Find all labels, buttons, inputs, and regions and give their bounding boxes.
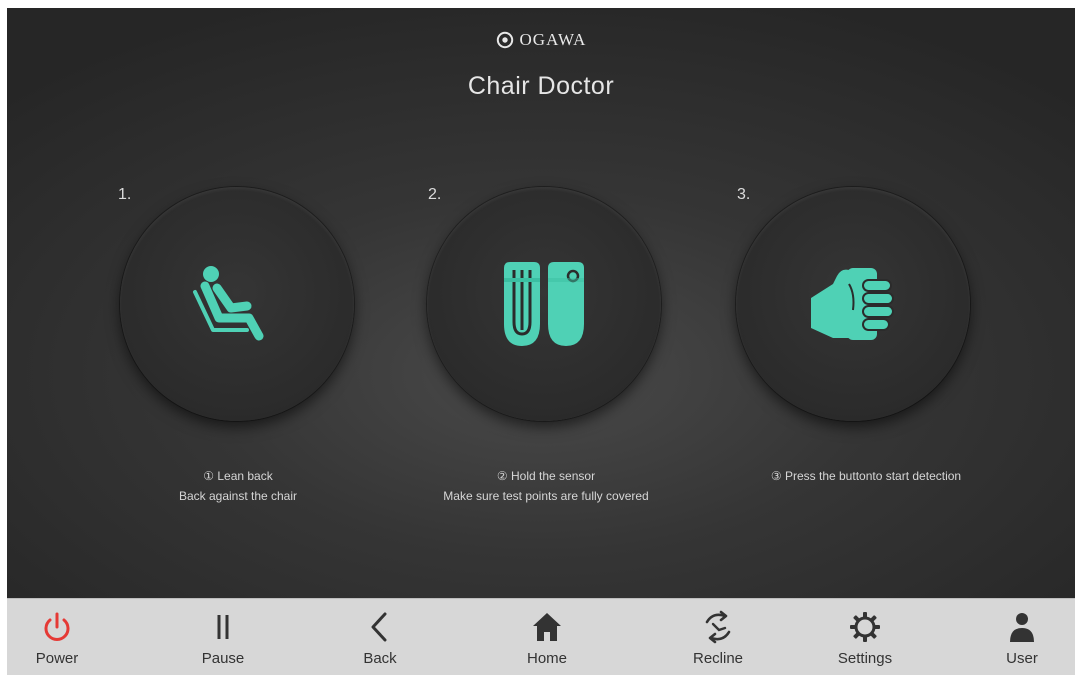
power-label: Power — [35, 650, 79, 667]
settings-button[interactable]: Settings — [810, 599, 920, 675]
hand-grip-icon — [811, 268, 894, 340]
step-1-circle — [120, 187, 354, 421]
chair-doctor-screen: OGAWA Chair Doctor 1. 2. 3. ① Lean back … — [7, 8, 1075, 672]
home-icon — [533, 613, 561, 641]
user-button[interactable]: User — [967, 599, 1077, 675]
gear-icon — [850, 612, 880, 642]
recline-icon — [705, 610, 731, 644]
bottom-nav-bar: Power Pause Back Home Recline Settings U… — [7, 598, 1075, 675]
pause-button[interactable]: Pause — [168, 599, 278, 675]
recline-label: Recline — [692, 650, 744, 667]
user-icon — [1010, 613, 1034, 642]
step-1-number: 1. — [118, 186, 132, 203]
step-1-description: Back against the chair — [178, 489, 298, 503]
power-button[interactable]: Power — [2, 599, 112, 675]
back-label: Back — [363, 650, 397, 667]
ogawa-logo-icon — [496, 31, 513, 49]
back-button[interactable]: Back — [325, 599, 435, 675]
step-3-number: 3. — [737, 186, 751, 203]
step-2-description: Make sure test points are fully covered — [443, 489, 649, 503]
step-2-number: 2. — [428, 186, 442, 203]
step-2-caption: ② Hold the sensor Make sure test points … — [381, 466, 711, 506]
sensor-icon — [504, 262, 584, 346]
recline-button[interactable]: Recline — [663, 599, 773, 675]
step-1-title: ① Lean back — [203, 469, 273, 483]
brand-name: OGAWA — [519, 30, 587, 49]
step-1-caption: ① Lean back Back against the chair — [73, 466, 403, 506]
step-3-caption: ③ Press the buttonto start detection — [701, 466, 1031, 486]
home-button[interactable]: Home — [492, 599, 602, 675]
pause-label: Pause — [201, 650, 245, 667]
power-icon — [44, 612, 70, 641]
settings-label: Settings — [837, 650, 893, 667]
user-label: User — [1006, 650, 1038, 667]
home-label: Home — [526, 650, 567, 667]
step-3-title: ③ Press the buttonto start detection — [770, 469, 962, 483]
step-2-circle — [427, 187, 661, 421]
page-title: Chair Doctor — [467, 72, 615, 100]
brand-logo: OGAWA — [7, 30, 1075, 50]
pause-icon — [217, 615, 229, 639]
step-2-title: ② Hold the sensor — [496, 469, 596, 483]
step-3-circle — [736, 187, 970, 421]
chevron-left-icon — [371, 612, 387, 642]
recline-seat-icon — [193, 266, 264, 341]
